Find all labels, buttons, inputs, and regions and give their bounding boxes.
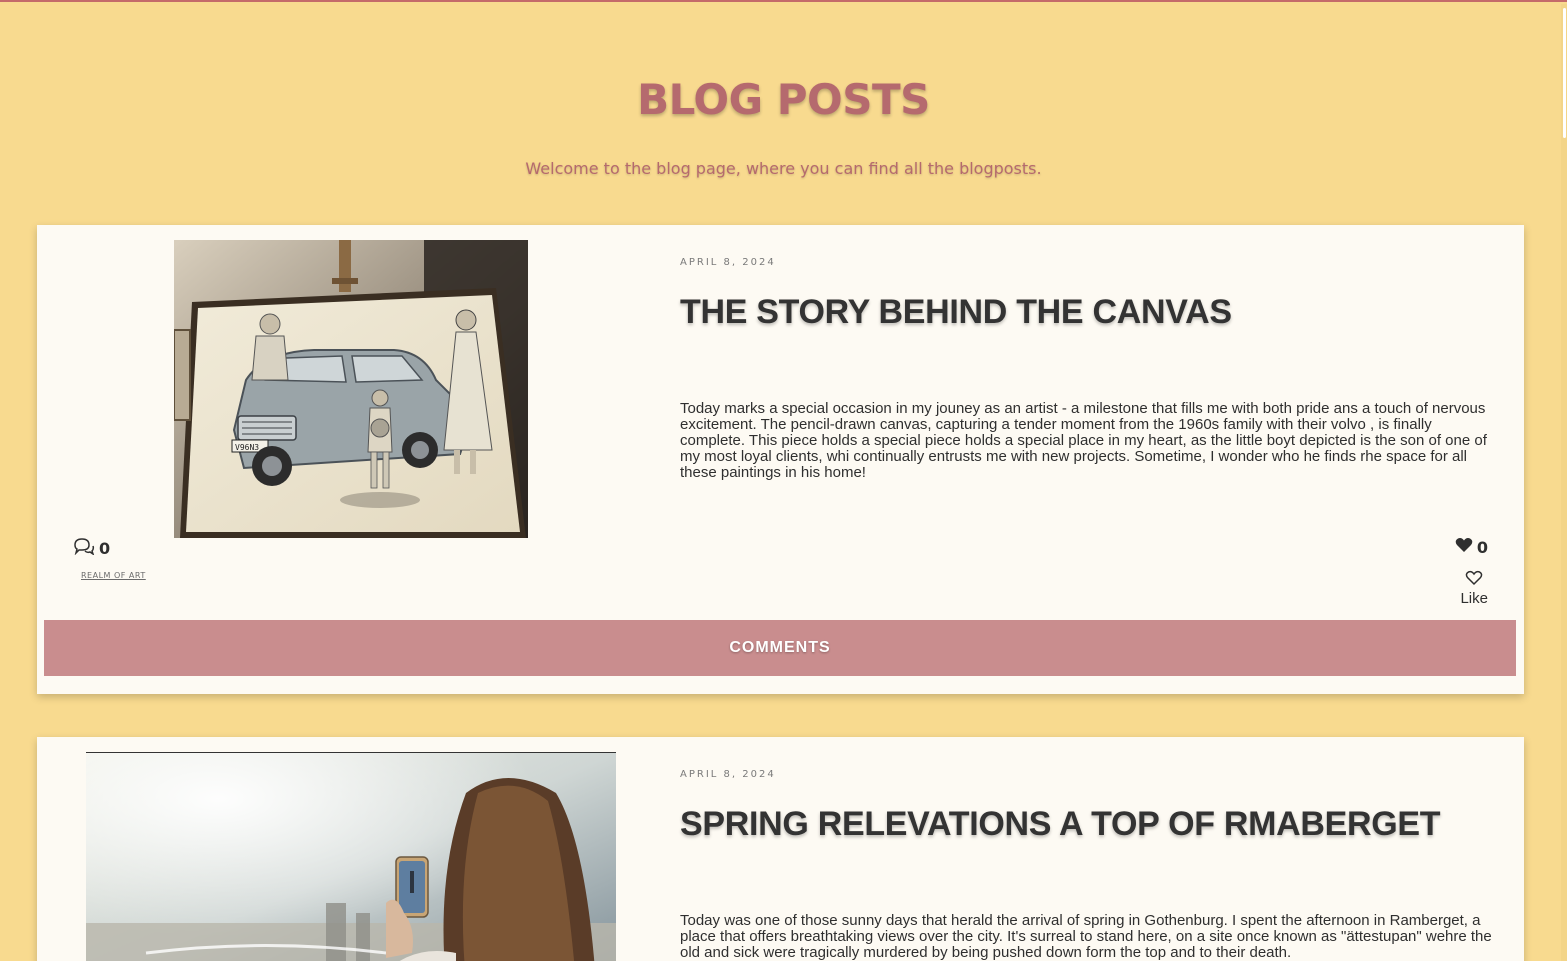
comments-button[interactable]: COMMENTS xyxy=(44,620,1516,676)
car-plate-text: V96N3 xyxy=(235,443,259,452)
page-header: BLOG POSTS Welcome to the blog page, whe… xyxy=(0,2,1567,180)
post-image-city-view xyxy=(86,752,616,961)
page-title: BLOG POSTS xyxy=(637,75,930,124)
blog-post-card: APRIL 8, 2024 SPRING RELEVATIONS A TOP O… xyxy=(37,737,1524,961)
post-body: Today was one of those sunny days that h… xyxy=(680,912,1492,961)
post-body: Today marks a special occasion in my jou… xyxy=(680,400,1487,481)
post-image-canvas-drawing: V96N3 xyxy=(174,240,528,538)
comments-icon xyxy=(73,537,95,559)
like-label: Like xyxy=(1460,590,1488,607)
scrollbar-thumb[interactable] xyxy=(1563,8,1566,138)
comment-count[interactable]: 0 xyxy=(73,537,110,559)
scrollbar[interactable] xyxy=(1561,4,1567,961)
heart-filled-icon xyxy=(1455,537,1473,557)
like-count: 0 xyxy=(1455,537,1488,557)
post-title[interactable]: SPRING RELEVATIONS A TOP OF RMABERGET xyxy=(680,805,1441,844)
post-title[interactable]: THE STORY BEHIND THE CANVAS xyxy=(680,293,1232,332)
comment-count-value: 0 xyxy=(99,538,111,558)
page-subtitle: Welcome to the blog page, where you can … xyxy=(525,159,1042,178)
like-button[interactable]: Like xyxy=(1460,570,1488,607)
blog-post-card: V96N3 APRIL 8, 2024 THE STORY BEHIND THE xyxy=(37,225,1524,694)
post-date: APRIL 8, 2024 xyxy=(680,769,776,780)
like-count-value: 0 xyxy=(1476,537,1488,557)
post-date: APRIL 8, 2024 xyxy=(680,257,776,268)
heart-outline-icon xyxy=(1465,570,1483,590)
category-link[interactable]: REALM OF ART xyxy=(81,571,146,580)
